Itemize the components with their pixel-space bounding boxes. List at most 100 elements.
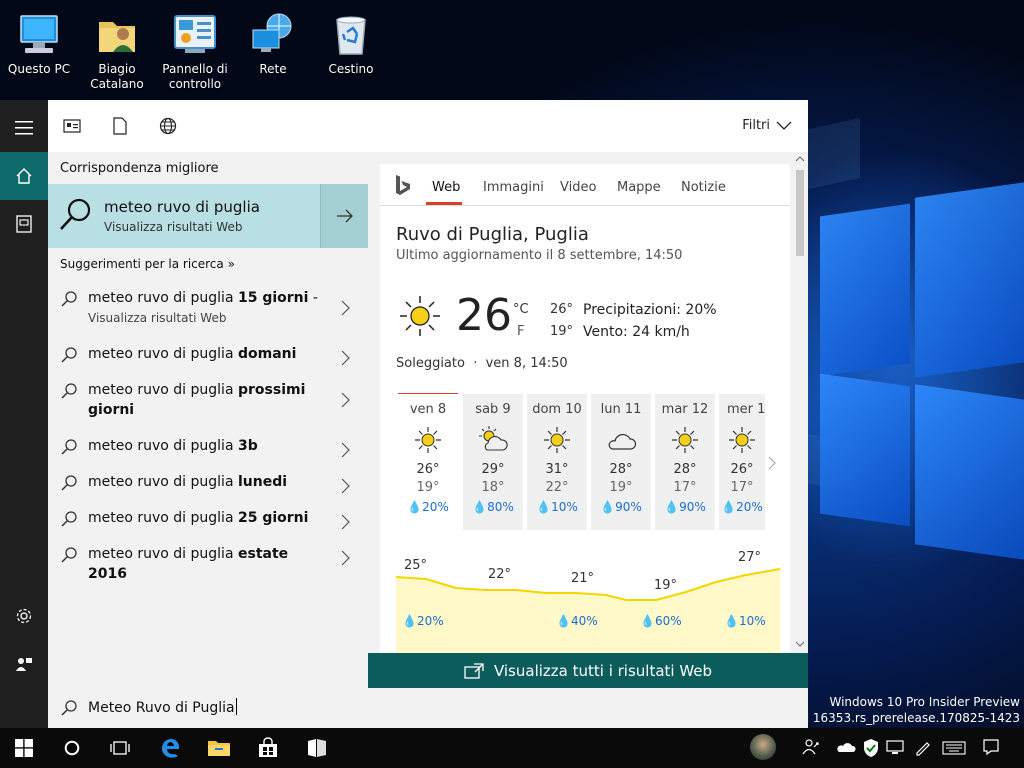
suggestion-item[interactable]: meteo ruvo di puglia estate 2016 [48,544,368,582]
sun-icon [729,427,755,453]
weather-card: Web Immagini Video Mappe Notizie Ruvo di… [380,164,790,653]
forecast-day[interactable]: mar 12 28° 17° 💧90% [655,394,715,530]
suggestion-item[interactable]: meteo ruvo di puglia 15 giorni - Visuali… [48,288,368,332]
scroll-up-icon[interactable] [795,155,805,163]
notebook-icon [16,215,32,233]
best-match-item[interactable]: meteo ruvo di puglia Visualizza risultat… [48,184,368,248]
chevron-right-icon [341,478,350,494]
task-view-button[interactable] [96,728,144,768]
forecast-precip: 💧80% [472,500,514,514]
network-tray-icon[interactable] [886,738,904,756]
scroll-down-icon[interactable] [795,640,805,648]
view-all-web-results-button[interactable]: Visualizza tutti i risultati Web [368,653,808,688]
tab-notizie[interactable]: Notizie [681,180,726,195]
chevron-right-icon[interactable] [768,456,776,470]
desktop-icon-cestino[interactable]: Cestino [312,6,390,77]
cortana-circle-icon [64,740,80,756]
apps-icon [63,119,81,133]
search-input[interactable]: Meteo Ruvo di Puglia [48,688,368,728]
people-icon[interactable] [802,738,820,756]
forecast-day[interactable]: dom 10 31° 22° 💧10% [527,394,587,530]
current-condition: Soleggiato · ven 8, 14:50 [396,356,568,371]
settings-button[interactable] [0,592,48,640]
folder-icon [208,741,230,756]
apps-filter-button[interactable] [62,116,82,136]
taskbar-file-explorer[interactable] [195,728,243,768]
home-button[interactable] [0,152,48,200]
hourly-temp-label: 27° [738,550,762,565]
unit-celsius[interactable]: °C [513,302,529,317]
suggestion-item[interactable]: meteo ruvo di puglia lunedi [48,472,368,496]
taskbar-edge[interactable] [146,728,194,768]
forecast-day[interactable]: sab 9 29° 18° 💧80% [463,394,523,530]
hamburger-menu-button[interactable] [0,104,48,152]
start-button[interactable] [0,728,48,768]
location-title[interactable]: Ruvo di Puglia, Puglia [396,224,589,245]
sun-icon [415,427,441,453]
feedback-button[interactable] [0,640,48,688]
user-avatar[interactable] [750,734,776,760]
taskbar-store[interactable] [244,728,292,768]
taskbar [0,728,1024,768]
search-query-text: Meteo Ruvo di Puglia [88,698,237,716]
search-icon [61,547,77,563]
tab-immagini[interactable]: Immagini [483,180,544,195]
filters-dropdown[interactable]: Filtri [742,118,792,133]
cortana-button[interactable] [48,728,96,768]
forecast-high: 28° [609,462,633,477]
notebook-button[interactable] [0,200,48,248]
hourly-temp-label: 19° [654,578,678,593]
security-shield-icon[interactable] [862,738,880,758]
windows-logo-icon [15,739,33,757]
unit-fahrenheit[interactable]: F [517,324,524,339]
bing-logo-icon [396,175,410,195]
suggestion-item[interactable]: meteo ruvo di puglia 25 giorni [48,508,368,532]
forecast-day[interactable]: mer 13 26° 17° 💧20% [719,394,765,530]
hourly-temp-label: 25° [404,558,428,573]
hourly-precip-label: 💧10% [724,614,766,628]
desktop-icon-pannello-di-controllo[interactable]: Pannello di controllo [156,6,234,92]
desktop-icon-rete[interactable]: Rete [234,6,312,77]
best-match-heading: Corrispondenza migliore [60,161,219,176]
suggestion-item[interactable]: meteo ruvo di puglia prossimi giorni [48,380,368,424]
forecast-day-name: ven 8 [409,402,447,417]
suggestion-item[interactable]: meteo ruvo di puglia 3b [48,436,368,460]
desktop-icon-label: Rete [259,62,287,76]
suggestions-heading[interactable]: Suggerimenti per la ricerca » [60,257,235,271]
search-icon [61,347,77,363]
today-low: 19° [550,324,574,339]
tab-web[interactable]: Web [432,180,460,195]
preview-tabs: Web Immagini Video Mappe Notizie [380,164,790,206]
tab-mappe[interactable]: Mappe [617,180,661,195]
documents-filter-button[interactable] [110,116,130,136]
scrollbar-thumb[interactable] [796,170,804,256]
touch-keyboard-icon[interactable] [942,741,966,755]
search-icon [60,198,91,230]
desktop-icon-questo-pc[interactable]: Questo PC [0,6,78,77]
onedrive-icon[interactable] [836,740,856,754]
hamburger-icon [15,121,33,135]
forecast-low: 17° [730,480,754,495]
task-view-icon [110,741,130,755]
suggestion-text: meteo ruvo di puglia estate 2016 [88,546,289,582]
results-list: Corrispondenza migliore meteo ruvo di pu… [48,152,368,688]
desktop-icon-biagio-catalano[interactable]: Biagio Catalano [78,6,156,92]
forecast-low: 19° [416,480,440,495]
preview-scrollbar[interactable] [792,152,808,653]
tab-video[interactable]: Video [560,180,596,195]
forecast-day[interactable]: ven 8 26° 19° 💧20% [398,394,458,530]
web-filter-button[interactable] [158,116,178,136]
suggestion-text: meteo ruvo di puglia 25 giorni [88,510,309,526]
forecast-day[interactable]: lun 11 28° 19° 💧90% [591,394,651,530]
action-center-icon[interactable] [982,738,1000,756]
forecast-precip: 💧90% [664,500,706,514]
taskbar-app[interactable] [293,728,341,768]
suggestion-item[interactable]: meteo ruvo di puglia domani [48,344,368,368]
open-result-button[interactable] [320,184,368,248]
cloud-icon [608,433,637,450]
search-topbar: Filtri [48,100,808,152]
chevron-right-icon [341,350,350,366]
forecast-high: 26° [730,462,754,477]
search-icon [61,439,77,455]
pen-workspace-icon[interactable] [914,738,932,756]
